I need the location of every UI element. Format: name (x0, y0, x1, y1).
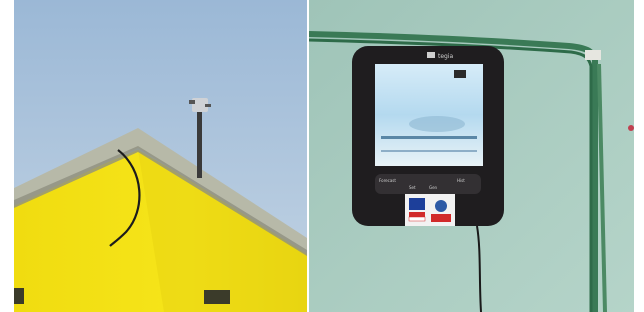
screen-line (381, 136, 477, 139)
cable-clip-icon (585, 50, 601, 60)
rooftop-scene (14, 0, 307, 312)
console-scene: tegia Forecast Set Gen Hist (309, 0, 634, 312)
window-left (14, 288, 24, 304)
btn-gen-label: Gen (429, 185, 438, 190)
camera-icon (454, 70, 466, 78)
ada-emblem-logo (435, 200, 447, 212)
window-right (204, 290, 230, 304)
austria-flag-logo (409, 212, 425, 217)
red-mark (628, 125, 634, 131)
btn-set-label: Set (409, 185, 416, 190)
sensor-mast (197, 112, 202, 178)
brand-name: tegia (438, 53, 454, 60)
screen-graph (409, 116, 465, 132)
btn-hist-label: Hist (457, 178, 465, 183)
btn-forecast-label: Forecast (379, 178, 396, 183)
brand-logo-icon (427, 52, 435, 58)
eu-flag-logo (409, 198, 425, 210)
ada-text-logo (431, 214, 451, 222)
wall-display-console-photo: tegia Forecast Set Gen Hist (309, 0, 634, 312)
button-bar (375, 174, 481, 194)
rooftop-weather-station-photo (14, 0, 307, 312)
